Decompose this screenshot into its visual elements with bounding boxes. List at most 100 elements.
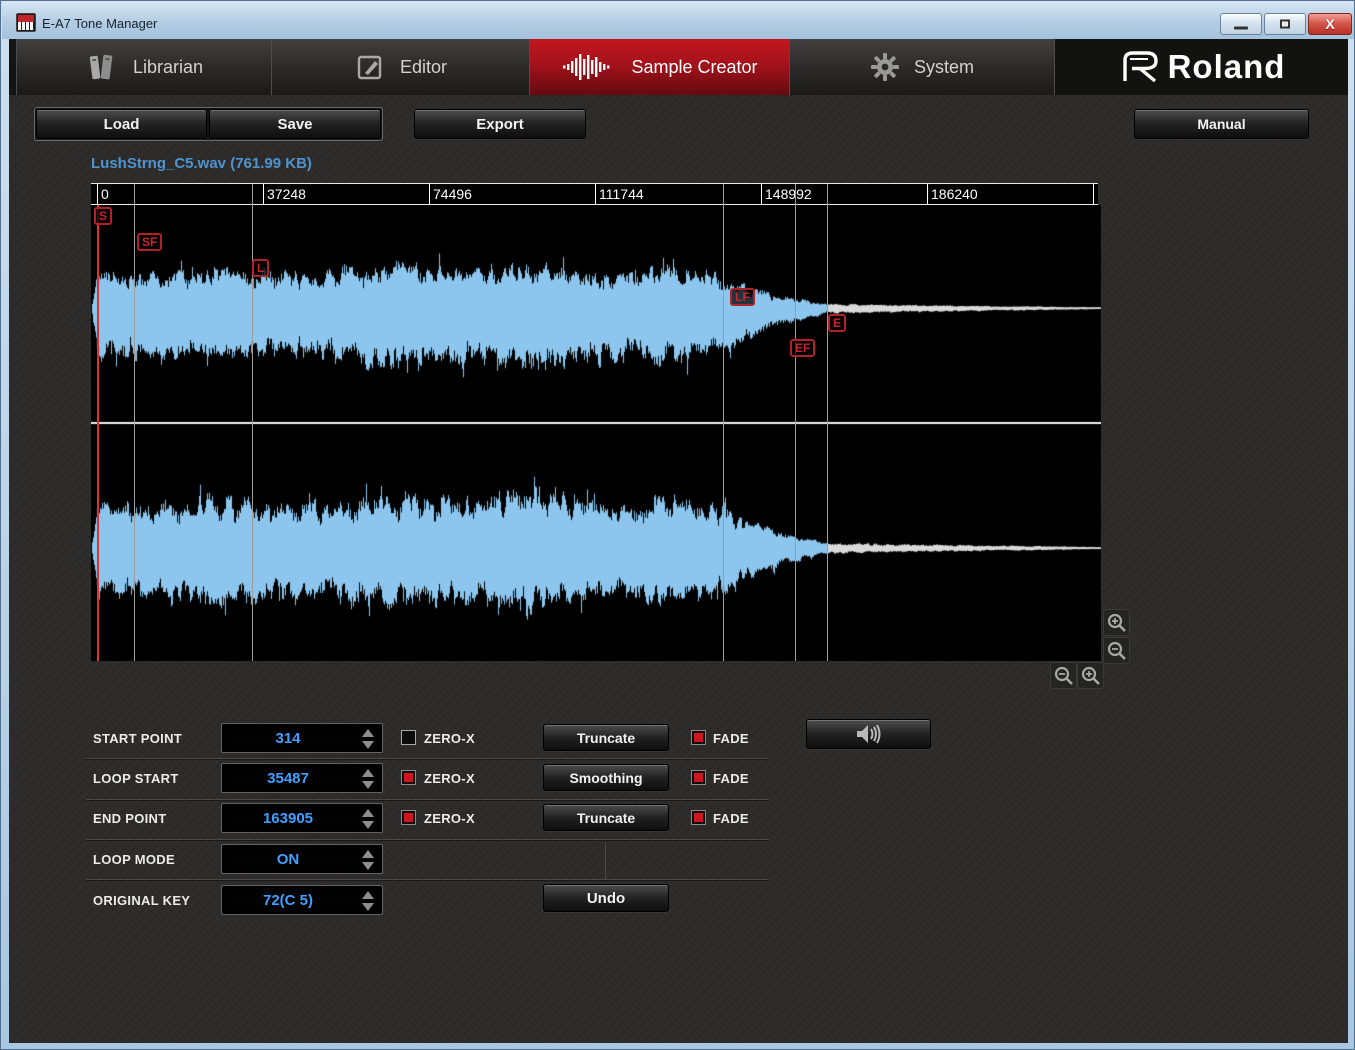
export-button[interactable]: Export [414,109,586,139]
start-fade-label: FADE [713,731,749,746]
original-key-label: ORIGINAL KEY [93,893,190,908]
manual-button[interactable]: Manual [1134,109,1309,139]
loop-mode-field[interactable]: ON [221,844,383,874]
brand-name: Roland [1168,48,1286,86]
magnifier-minus-icon [1106,640,1128,662]
separator [86,879,769,880]
start-fade-line[interactable] [134,184,135,661]
maximize-button[interactable] [1264,13,1306,35]
loop-mode-stepper[interactable] [361,849,375,871]
start-point-label: START POINT [93,731,182,746]
start-fade-checkbox[interactable] [691,730,706,745]
marker-start-fade[interactable]: SF [137,233,162,251]
tab-editor[interactable]: Editor [272,39,530,95]
minimize-button[interactable] [1220,13,1262,35]
books-icon [85,52,119,82]
horizontal-zoom-in-button[interactable] [1077,662,1104,689]
original-key-stepper[interactable] [361,890,375,912]
end-fade-checkbox[interactable] [691,810,706,825]
ruler-tick: 186240 [927,184,978,204]
brand-area: Roland [1055,39,1348,95]
start-zero-x-label: ZERO-X [424,731,475,746]
smoothing-button[interactable]: Smoothing [543,764,669,791]
vertical-zoom-out-button[interactable] [1103,637,1130,664]
marker-start[interactable]: S [94,207,112,225]
loop-start-stepper[interactable] [361,768,375,790]
tab-system[interactable]: System [790,39,1055,95]
ruler-tick: 0 [97,184,109,204]
ruler-tick: 1 [1093,184,1098,204]
tab-label: System [914,57,974,78]
load-button[interactable]: Load [36,109,207,139]
ruler-tick: 111744 [595,184,644,204]
loop-start-field[interactable]: 35487 [221,763,383,793]
minimize-icon [1234,27,1248,30]
app-keyboard-icon [16,13,36,32]
sample-filename: LushStrng_C5.wav (761.99 KB) [91,155,312,172]
ruler-tick: 37248 [263,184,306,204]
end-point-stepper[interactable] [361,808,375,830]
undo-connector-line [605,842,606,879]
start-zero-x-checkbox[interactable] [401,730,416,745]
loop-start-line[interactable] [252,184,253,661]
pencil-pad-icon [354,52,386,82]
audition-button[interactable] [806,719,931,749]
loop-mode-value: ON [222,845,354,873]
start-point-line[interactable] [97,205,99,661]
end-zero-x-checkbox[interactable] [401,810,416,825]
window-title: E-A7 Tone Manager [42,16,157,31]
undo-button[interactable]: Undo [543,884,669,912]
truncate-end-button[interactable]: Truncate [543,804,669,831]
magnifier-plus-icon [1080,665,1102,687]
marker-end-fade[interactable]: EF [790,339,815,357]
marker-loop-fade[interactable]: LF [730,288,755,306]
end-fade-line[interactable] [795,184,796,661]
sample-ruler[interactable]: 0 37248 74496 111744 148992 186240 1 [91,183,1098,205]
original-key-field[interactable]: 72(C 5) [221,885,383,915]
original-key-value: 72(C 5) [222,886,354,914]
end-zero-x-label: ZERO-X [424,811,475,826]
magnifier-minus-icon [1053,665,1075,687]
tab-bar: Librarian Editor Sample Creator [9,39,1348,95]
loop-mode-label: LOOP MODE [93,852,175,867]
end-point-value: 163905 [222,804,354,832]
close-button[interactable]: X [1308,13,1352,35]
start-point-field[interactable]: 314 [221,723,383,753]
marker-loop[interactable]: L [252,259,269,277]
maximize-icon [1280,20,1290,29]
loop-fade-checkbox[interactable] [691,770,706,785]
close-icon: X [1325,16,1334,32]
save-button[interactable]: Save [209,109,381,139]
end-point-field[interactable]: 163905 [221,803,383,833]
tab-label: Librarian [133,57,203,78]
loop-zero-x-checkbox[interactable] [401,770,416,785]
tab-sample-creator[interactable]: Sample Creator [530,39,790,95]
start-point-value: 314 [222,724,354,752]
loop-zero-x-label: ZERO-X [424,771,475,786]
horizontal-zoom-out-button[interactable] [1050,662,1077,689]
end-point-line[interactable] [827,184,828,661]
titlebar: E-A7 Tone Manager X [2,1,1355,39]
gear-icon [870,52,900,82]
loop-start-label: LOOP START [93,771,179,786]
end-point-label: END POINT [93,811,166,826]
roland-r-logo-icon [1118,49,1162,85]
vertical-zoom-in-button[interactable] [1103,609,1130,636]
ruler-tick: 74496 [429,184,472,204]
tab-librarian[interactable]: Librarian [16,39,272,95]
speaker-icon [854,723,884,745]
ruler-tick: 148992 [761,184,812,204]
waveform-canvas[interactable] [91,205,1101,661]
loop-start-value: 35487 [222,764,354,792]
marker-end[interactable]: E [828,314,846,332]
tab-label: Sample Creator [631,57,757,78]
truncate-start-button[interactable]: Truncate [543,724,669,751]
separator [86,839,769,840]
tab-label: Editor [400,57,447,78]
separator [86,758,769,759]
magnifier-plus-icon [1106,612,1128,634]
loop-fade-label: FADE [713,771,749,786]
start-point-stepper[interactable] [361,728,375,750]
end-fade-label: FADE [713,811,749,826]
loop-fade-line[interactable] [723,184,724,661]
